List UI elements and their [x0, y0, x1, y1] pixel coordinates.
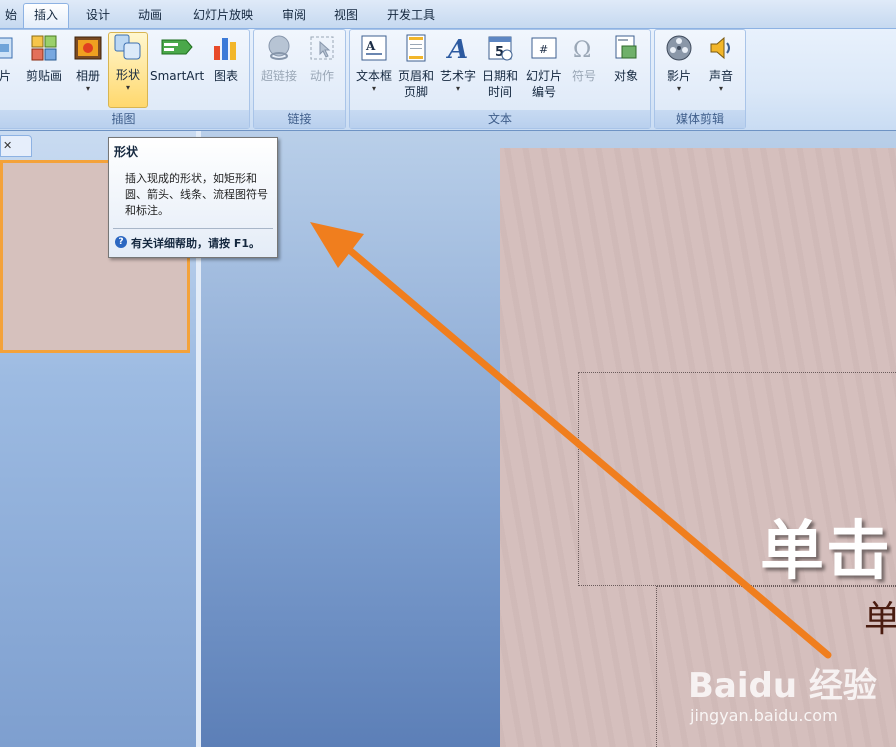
baidu-watermark-logo: Baidu 经验: [688, 658, 877, 707]
shapes-tooltip: 形状 插入现成的形状，如矩形和圆、箭头、线条、流程图符号和标注。 ? 有关详细帮…: [108, 137, 278, 258]
tooltip-body: 插入现成的形状，如矩形和圆、箭头、线条、流程图符号和标注。: [125, 172, 268, 217]
annotation-arrow: [310, 222, 832, 659]
tooltip-title: 形状: [114, 145, 139, 159]
watermark-logo-text: Baidu 经验: [688, 666, 877, 706]
watermark-url: jingyan.baidu.com: [690, 706, 838, 725]
tooltip-help: 有关详细帮助，请按 F1。: [131, 237, 260, 250]
tooltip-divider: [113, 228, 273, 229]
help-icon: ?: [115, 236, 127, 248]
